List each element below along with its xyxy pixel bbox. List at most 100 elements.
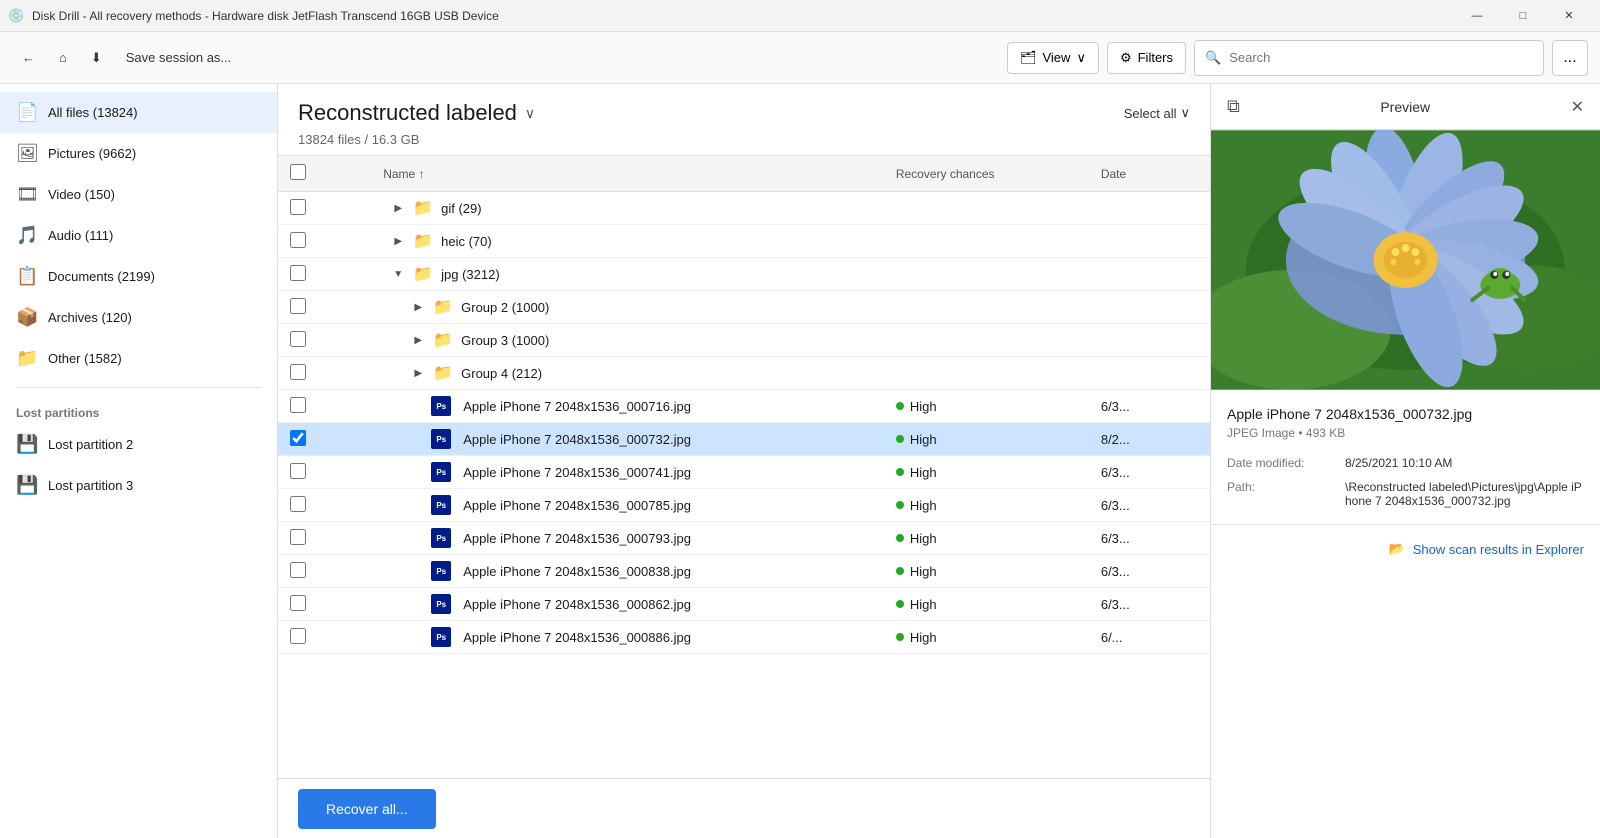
- search-input[interactable]: [1229, 50, 1533, 65]
- table-row[interactable]: PsApple iPhone 7 2048x1536_000732.jpg Hig…: [278, 423, 1210, 456]
- table-row[interactable]: ▶📁Group 4 (212): [278, 357, 1210, 390]
- row-checkbox[interactable]: [290, 595, 306, 611]
- header-date[interactable]: Date: [1089, 156, 1210, 192]
- table-row[interactable]: ▶📁Group 2 (1000): [278, 291, 1210, 324]
- row-checkbox[interactable]: [290, 232, 306, 248]
- row-checkbox[interactable]: [290, 298, 306, 314]
- table-row[interactable]: ▼📁jpg (3212): [278, 258, 1210, 291]
- recovery-badge: High: [896, 399, 1077, 414]
- row-date-cell: [1089, 324, 1210, 357]
- sidebar-item-all-files[interactable]: 📄 All files (13824): [0, 92, 277, 133]
- recovery-text: High: [910, 432, 937, 447]
- minimize-button[interactable]: —: [1454, 0, 1500, 32]
- table-row[interactable]: PsApple iPhone 7 2048x1536_000785.jpgHig…: [278, 489, 1210, 522]
- expand-button[interactable]: ▼: [391, 267, 405, 281]
- table-row[interactable]: PsApple iPhone 7 2048x1536_000793.jpgHig…: [278, 522, 1210, 555]
- content-title-chevron-icon[interactable]: ∨: [525, 105, 535, 122]
- download-button[interactable]: ⬇: [81, 40, 112, 76]
- video-icon: 🎞: [16, 184, 38, 205]
- expand-button[interactable]: ▶: [411, 300, 425, 314]
- row-name: jpg (3212): [441, 267, 500, 282]
- sidebar-item-pictures[interactable]: 🖼 Pictures (9662): [0, 133, 277, 174]
- more-button[interactable]: ...: [1552, 40, 1588, 76]
- row-name: Apple iPhone 7 2048x1536_000741.jpg: [463, 465, 691, 480]
- sidebar-item-other[interactable]: 📁 Other (1582): [0, 338, 277, 379]
- sidebar-item-lost-partition-2[interactable]: 💾 Lost partition 2: [0, 424, 277, 465]
- row-checkbox-cell: [278, 555, 371, 588]
- row-checkbox-cell: [278, 324, 371, 357]
- row-recovery-cell: High: [884, 423, 1089, 456]
- save-session-button[interactable]: Save session as...: [116, 40, 242, 76]
- sidebar-item-archives[interactable]: 📦 Archives (120): [0, 297, 277, 338]
- sidebar-item-documents[interactable]: 📋 Documents (2199): [0, 256, 277, 297]
- preview-close-button[interactable]: ✕: [1571, 97, 1584, 117]
- other-icon: 📁: [16, 348, 38, 369]
- lost-partition-2-icon: 💾: [16, 434, 38, 455]
- filters-button[interactable]: ⚙ Filters: [1107, 42, 1186, 74]
- recovery-badge: High: [896, 630, 1077, 645]
- title-bar: 💿 Disk Drill - All recovery methods - Ha…: [0, 0, 1600, 32]
- preview-header: ⧉ Preview ✕: [1211, 84, 1600, 130]
- meta-date-label: Date modified:: [1227, 456, 1337, 470]
- preview-copy-button[interactable]: ⧉: [1227, 96, 1240, 117]
- row-name: Group 2 (1000): [461, 300, 549, 315]
- row-name-cell: ▶📁Group 2 (1000): [371, 291, 884, 324]
- select-all-checkbox[interactable]: [290, 164, 306, 180]
- expand-button[interactable]: ▶: [391, 234, 405, 248]
- recovery-dot: [896, 501, 904, 509]
- row-checkbox[interactable]: [290, 430, 306, 446]
- copy-icon: ⧉: [1227, 96, 1240, 116]
- recovery-badge: High: [896, 498, 1077, 513]
- row-name-cell: PsApple iPhone 7 2048x1536_000732.jpg: [371, 423, 884, 456]
- table-row[interactable]: PsApple iPhone 7 2048x1536_000741.jpgHig…: [278, 456, 1210, 489]
- row-checkbox-cell: [278, 588, 371, 621]
- home-button[interactable]: ⌂: [49, 40, 77, 76]
- close-button[interactable]: ✕: [1546, 0, 1592, 32]
- sidebar-item-video[interactable]: 🎞 Video (150): [0, 174, 277, 215]
- select-all-chevron-icon: ∨: [1180, 105, 1190, 121]
- expand-button[interactable]: ▶: [391, 201, 405, 215]
- show-in-explorer-button[interactable]: 📂 Show scan results in Explorer: [1389, 541, 1584, 557]
- maximize-button[interactable]: □: [1500, 0, 1546, 32]
- row-name-cell: PsApple iPhone 7 2048x1536_000862.jpg: [371, 588, 884, 621]
- table-row[interactable]: PsApple iPhone 7 2048x1536_000838.jpgHig…: [278, 555, 1210, 588]
- row-name-cell: PsApple iPhone 7 2048x1536_000741.jpg: [371, 456, 884, 489]
- back-icon: ←: [22, 50, 35, 65]
- table-row[interactable]: PsApple iPhone 7 2048x1536_000716.jpgHig…: [278, 390, 1210, 423]
- row-checkbox[interactable]: [290, 496, 306, 512]
- row-checkbox[interactable]: [290, 265, 306, 281]
- preview-image: [1211, 130, 1600, 390]
- table-row[interactable]: ▶📁heic (70): [278, 225, 1210, 258]
- save-session-label: Save session as...: [126, 50, 232, 65]
- sidebar-item-all-files-label: All files (13824): [48, 105, 261, 120]
- row-checkbox[interactable]: [290, 364, 306, 380]
- sidebar-item-lost-partition-3[interactable]: 💾 Lost partition 3: [0, 465, 277, 506]
- sidebar-item-lost-partition-3-label: Lost partition 3: [48, 478, 261, 493]
- row-date-cell: 6/3...: [1089, 390, 1210, 423]
- row-checkbox-cell: [278, 258, 371, 291]
- sidebar-item-audio[interactable]: 🎵 Audio (111): [0, 215, 277, 256]
- file-table-wrapper[interactable]: Name ↑ Recovery chances Date ▶📁gif (29)▶…: [278, 156, 1210, 778]
- filters-label: Filters: [1138, 50, 1173, 65]
- row-checkbox[interactable]: [290, 199, 306, 215]
- header-name[interactable]: Name ↑: [371, 156, 884, 192]
- row-checkbox[interactable]: [290, 562, 306, 578]
- back-button[interactable]: ←: [12, 40, 45, 76]
- lost-partitions-title: Lost partitions: [0, 396, 277, 424]
- row-checkbox[interactable]: [290, 529, 306, 545]
- row-checkbox[interactable]: [290, 463, 306, 479]
- row-checkbox[interactable]: [290, 628, 306, 644]
- recover-all-button[interactable]: Recover all...: [298, 789, 436, 829]
- row-checkbox[interactable]: [290, 397, 306, 413]
- view-button[interactable]: 🗂 View ∨: [1007, 42, 1099, 74]
- table-row[interactable]: PsApple iPhone 7 2048x1536_000862.jpgHig…: [278, 588, 1210, 621]
- expand-button[interactable]: ▶: [411, 366, 425, 380]
- expand-button[interactable]: ▶: [411, 333, 425, 347]
- table-row[interactable]: ▶📁Group 3 (1000): [278, 324, 1210, 357]
- select-all-button[interactable]: Select all ∨: [1124, 105, 1190, 121]
- header-recovery[interactable]: Recovery chances: [884, 156, 1089, 192]
- table-row[interactable]: ▶📁gif (29): [278, 192, 1210, 225]
- row-name-cell: ▼📁jpg (3212): [371, 258, 884, 291]
- table-row[interactable]: PsApple iPhone 7 2048x1536_000886.jpgHig…: [278, 621, 1210, 654]
- row-checkbox[interactable]: [290, 331, 306, 347]
